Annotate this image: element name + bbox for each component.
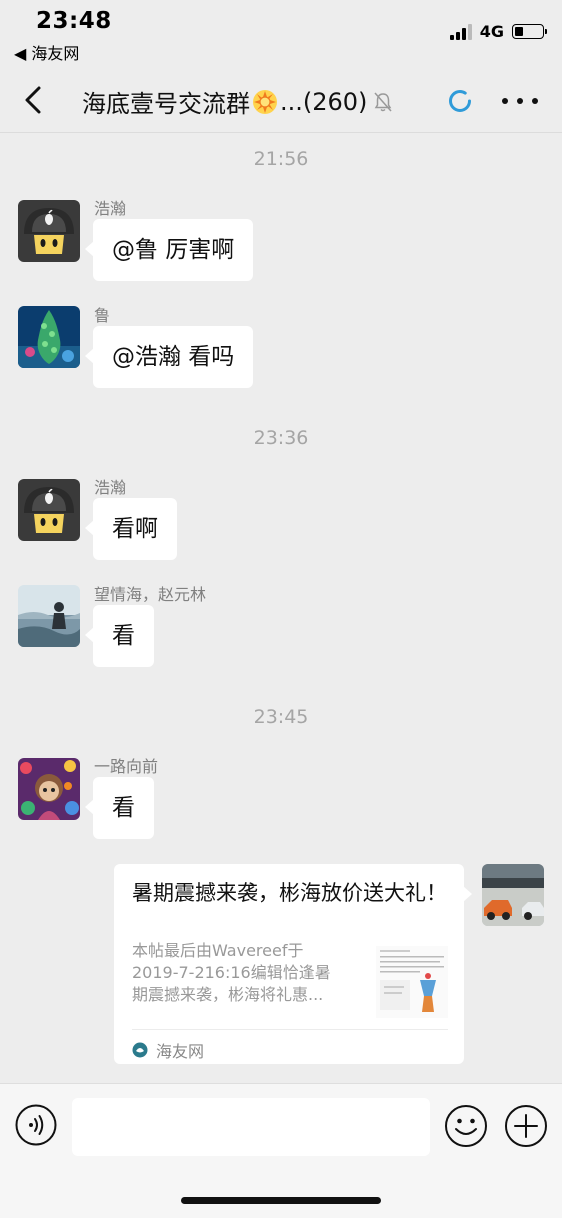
more-options-button[interactable] — [502, 94, 538, 108]
loading-ring-icon — [449, 90, 471, 112]
sender-name: 浩瀚 — [94, 478, 127, 497]
link-card-source-name: 海友网 — [156, 1042, 205, 1061]
emoji-icon[interactable] — [444, 1104, 488, 1148]
mushroom-apple-avatar[interactable] — [18, 479, 80, 541]
home-indicator[interactable] — [181, 1197, 381, 1204]
sender-name: 鲁 — [94, 306, 111, 325]
link-card-description: 本帖最后由Wavereef于 2019-7-216:16编辑恰逢暑 期震撼来袭，… — [132, 941, 331, 1004]
colorful-child-avatar[interactable] — [18, 758, 80, 820]
battery-icon — [512, 24, 547, 39]
chat-header: 海底壹号交流群 ...(260) — [0, 68, 562, 133]
source-logo-icon — [132, 1042, 148, 1058]
timestamp: 23:36 — [253, 427, 309, 449]
chat-screen: 23:48 ◀ 海友网 4G 海底壹号交流群 ...(260) 21:56 浩瀚… — [0, 0, 562, 1218]
message-input[interactable] — [72, 1098, 430, 1156]
message-bubble[interactable]: 看 — [85, 605, 154, 667]
coral-avatar[interactable] — [18, 306, 80, 368]
voice-input-icon[interactable] — [15, 1104, 57, 1146]
race-car-avatar[interactable] — [482, 864, 544, 926]
battery-level — [515, 27, 523, 36]
mushroom-apple-avatar[interactable] — [18, 200, 80, 262]
shared-link-card[interactable]: 暑期震撼来袭，彬海放价送大礼！ 本帖最后由Wavereef于 2019-7-21… — [114, 864, 472, 1064]
group-name: 海底壹号交流群 — [82, 90, 250, 118]
timestamp: 21:56 — [253, 148, 309, 170]
sender-name: 一路向前 — [94, 757, 159, 776]
signal-icon — [449, 23, 472, 40]
link-card-title: 暑期震撼来袭，彬海放价送大礼！ — [132, 881, 447, 905]
network-label: 4G — [479, 22, 504, 41]
plus-icon[interactable] — [504, 1104, 548, 1148]
member-count: ...(260) — [280, 87, 368, 116]
message-bubble[interactable]: 看啊 — [85, 498, 177, 560]
message-bubble[interactable]: @鲁 厉害啊 — [84, 219, 254, 281]
link-card-divider — [132, 1029, 448, 1030]
status-time: 23:48 — [36, 8, 112, 34]
group-title: 海底壹号交流群 ...(260) — [82, 84, 393, 119]
timestamp: 23:45 — [253, 706, 309, 728]
message-bubble[interactable]: 看 — [85, 777, 154, 839]
message-bubble[interactable]: @浩瀚 看吗 — [84, 326, 254, 388]
sender-name: 望情海，赵元林 — [94, 585, 207, 604]
back-arrow-icon[interactable] — [22, 85, 44, 115]
sender-name: 浩瀚 — [94, 199, 127, 218]
seascape-avatar[interactable] — [18, 585, 80, 647]
link-card-thumbnail — [376, 946, 448, 1018]
sun-emoji-icon — [253, 89, 277, 114]
link-card-source: 海友网 — [132, 1038, 204, 1062]
mute-bell-icon — [374, 92, 392, 111]
status-indicators: 4G — [449, 22, 547, 41]
back-to-app-link[interactable]: ◀ 海友网 — [14, 40, 79, 64]
